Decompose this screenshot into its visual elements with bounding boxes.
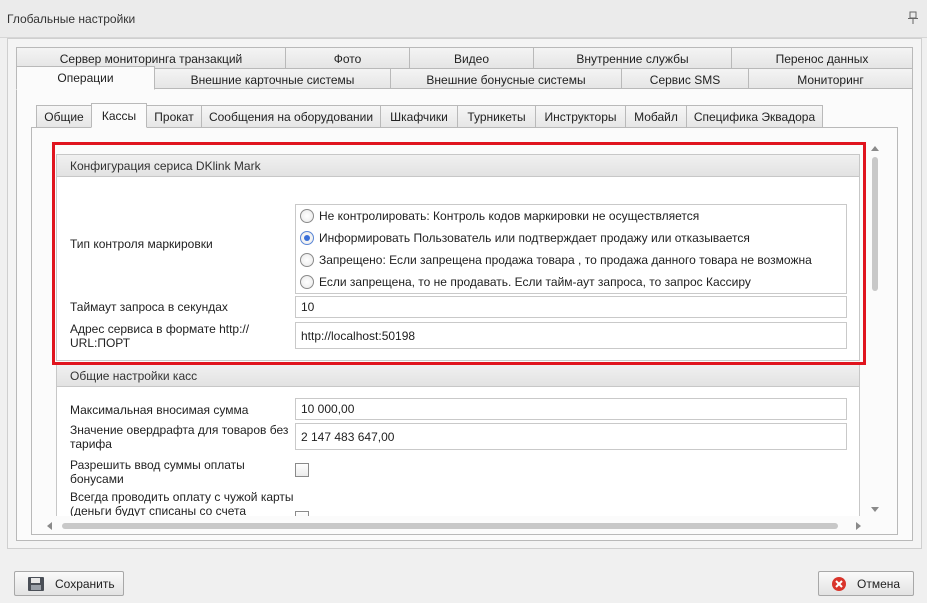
tab-sms-service[interactable]: Сервис SMS — [621, 68, 749, 90]
radio-checked-icon — [300, 231, 314, 245]
foreign-card-checkbox[interactable] — [295, 511, 309, 516]
bonus-payment-checkbox[interactable] — [295, 463, 309, 477]
subtab-turnstiles[interactable]: Турникеты — [457, 105, 536, 127]
address-input[interactable]: http://localhost:50198 — [295, 322, 847, 349]
subtab-rental[interactable]: Прокат — [146, 105, 202, 127]
scroll-up-icon[interactable] — [871, 146, 879, 151]
title-bar: Глобальные настройки — [0, 0, 927, 38]
pin-icon[interactable] — [907, 11, 919, 25]
tab-internal-services[interactable]: Внутренние службы — [533, 47, 732, 69]
foreign-card-label-line1: Всегда проводить оплату с чужой карты — [70, 490, 294, 504]
dklink-config-header: Конфигурация сериса DKlink Mark — [57, 155, 859, 177]
radio-option-no-control[interactable]: Не контролировать: Контроль кодов маркир… — [300, 207, 699, 225]
common-cashdesk-settings-group: Общие настройки касс Максимальная вносим… — [56, 364, 860, 516]
tab-external-card-systems[interactable]: Внешние карточные системы — [154, 68, 391, 90]
timeout-input[interactable]: 10 — [295, 296, 847, 318]
overdraft-label-line1: Значение овердрафта для товаров без — [70, 423, 289, 437]
radio-option-forbidden-timeout[interactable]: Если запрещена, то не продавать. Если та… — [300, 273, 751, 291]
vertical-scrollbar[interactable] — [868, 143, 882, 517]
overdraft-input[interactable]: 2 147 483 647,00 — [295, 423, 847, 450]
subtab-cashdesks[interactable]: Кассы — [91, 103, 147, 128]
address-label-line1: Адрес сервиса в формате http:// — [70, 322, 250, 336]
settings-scroll-pane[interactable]: Конфигурация сериса DKlink Mark Тип конт… — [44, 152, 868, 516]
foreign-card-label-line2: (деньги будут списаны со счета — [70, 504, 247, 516]
cancel-button[interactable]: Отмена — [818, 571, 914, 596]
timeout-label: Таймаут запроса в секундах — [70, 300, 228, 314]
bonus-payment-label-line1: Разрешить ввод суммы оплаты — [70, 458, 245, 472]
control-type-radio-group: Не контролировать: Контроль кодов маркир… — [295, 204, 847, 294]
tab-photo[interactable]: Фото — [285, 47, 410, 69]
dklink-config-group: Конфигурация сериса DKlink Mark Тип конт… — [56, 154, 860, 361]
subtab-instructors[interactable]: Инструкторы — [535, 105, 626, 127]
radio-option-inform[interactable]: Информировать Пользователь или подтвержд… — [300, 229, 750, 247]
common-settings-header: Общие настройки касс — [57, 365, 859, 387]
subtab-ecuador-specifics[interactable]: Специфика Эквадора — [686, 105, 823, 127]
subtab-device-messages[interactable]: Сообщения на оборудовании — [201, 105, 381, 127]
hscroll-thumb[interactable] — [62, 523, 838, 529]
subtab-mobile[interactable]: Мобайл — [625, 105, 687, 127]
radio-circle-icon — [300, 209, 314, 223]
radio-circle-icon — [300, 275, 314, 289]
floppy-disk-icon — [28, 576, 44, 591]
tab-video[interactable]: Видео — [409, 47, 534, 69]
cancel-icon — [832, 576, 846, 591]
scroll-left-icon[interactable] — [47, 522, 52, 530]
save-button[interactable]: Сохранить — [14, 571, 124, 596]
bonus-payment-label-line2: бонусами — [70, 472, 124, 486]
scroll-right-icon[interactable] — [856, 522, 861, 530]
radio-option-forbidden[interactable]: Запрещено: Если запрещена продажа товара… — [300, 251, 812, 269]
window-title: Глобальные настройки — [7, 12, 136, 26]
overdraft-label-line2: тарифа — [70, 437, 112, 451]
scroll-thumb[interactable] — [872, 157, 878, 291]
scroll-down-icon[interactable] — [871, 507, 879, 512]
max-sum-input[interactable]: 10 000,00 — [295, 398, 847, 420]
subtab-lockers[interactable]: Шкафчики — [380, 105, 458, 127]
tab-operations[interactable]: Операции — [16, 66, 155, 90]
tab-monitoring[interactable]: Мониторинг — [748, 68, 913, 90]
address-label-line2: URL:ПОРТ — [70, 336, 131, 350]
horizontal-scrollbar[interactable] — [44, 519, 868, 533]
subtab-general[interactable]: Общие — [36, 105, 92, 127]
radio-circle-icon — [300, 253, 314, 267]
max-sum-label: Максимальная вносимая сумма — [70, 403, 249, 417]
tab-data-transfer[interactable]: Перенос данных — [731, 47, 913, 69]
control-type-label: Тип контроля маркировки — [70, 237, 213, 251]
tab-external-bonus-systems[interactable]: Внешние бонусные системы — [390, 68, 622, 90]
